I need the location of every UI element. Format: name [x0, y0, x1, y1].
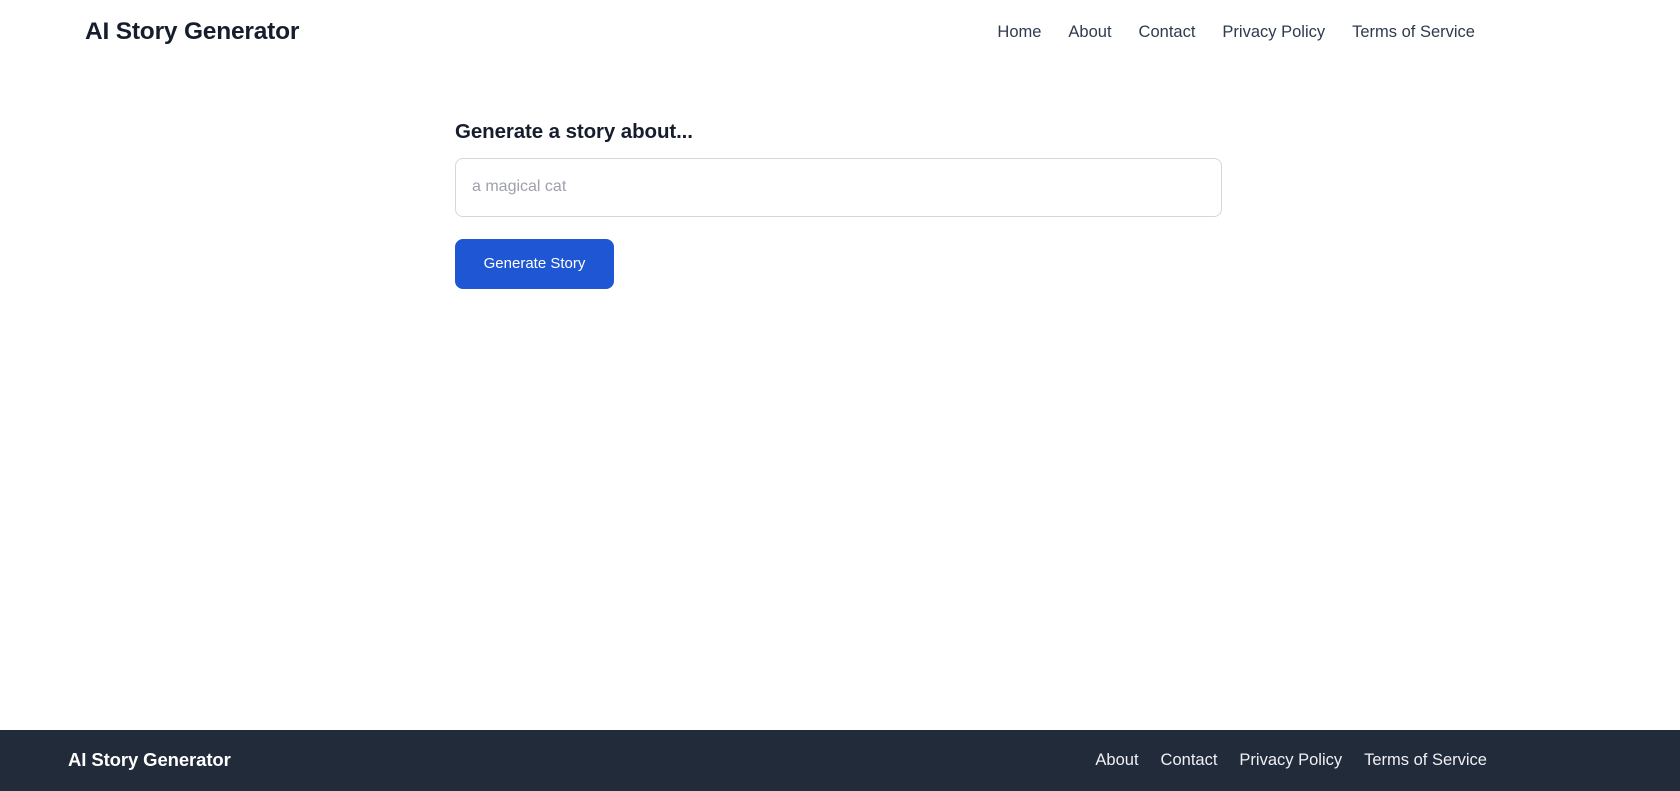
footer-link-privacy-policy[interactable]: Privacy Policy [1239, 752, 1342, 769]
form-heading: Generate a story about... [455, 120, 693, 143]
story-generator-form: Generate a story about... Generate Story [455, 120, 1222, 289]
footer-navigation: About Contact Privacy Policy Terms of Se… [1095, 752, 1595, 769]
nav-link-home[interactable]: Home [997, 24, 1041, 41]
nav-link-privacy-policy[interactable]: Privacy Policy [1222, 24, 1325, 41]
site-footer: AI Story Generator About Contact Privacy… [0, 730, 1680, 791]
page-root: AI Story Generator Home About Contact Pr… [0, 0, 1680, 791]
footer-link-contact[interactable]: Contact [1161, 752, 1218, 769]
story-prompt-input[interactable] [455, 157, 1222, 217]
nav-link-terms-of-service[interactable]: Terms of Service [1352, 24, 1475, 41]
generate-story-button[interactable]: Generate Story [455, 238, 614, 289]
footer-brand-title: AI Story Generator [68, 749, 231, 771]
footer-link-about[interactable]: About [1095, 752, 1138, 769]
header-navigation: Home About Contact Privacy Policy Terms … [997, 24, 1595, 41]
nav-link-about[interactable]: About [1068, 24, 1111, 41]
site-header: AI Story Generator Home About Contact Pr… [0, 0, 1680, 64]
header-brand-title: AI Story Generator [85, 17, 300, 45]
footer-link-terms-of-service[interactable]: Terms of Service [1364, 752, 1487, 769]
main-content: Generate a story about... Generate Story [0, 64, 1680, 730]
nav-link-contact[interactable]: Contact [1139, 24, 1196, 41]
